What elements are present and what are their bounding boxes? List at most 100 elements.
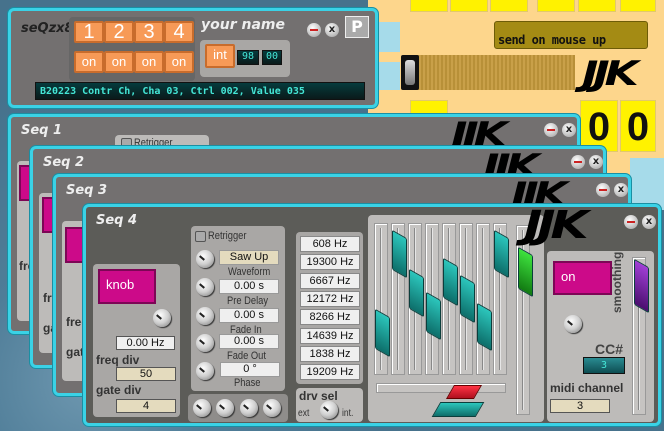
seq-button-1[interactable]: 1 bbox=[74, 21, 104, 43]
phase-knob[interactable] bbox=[196, 362, 214, 380]
output-on-button[interactable]: on bbox=[553, 261, 612, 295]
jjk-logo: JJK bbox=[524, 203, 589, 247]
on-toggle-4[interactable]: on bbox=[164, 51, 194, 73]
mini-knob-2[interactable] bbox=[216, 399, 234, 417]
step-slider-handle[interactable] bbox=[426, 291, 441, 341]
minimize-button[interactable] bbox=[596, 183, 610, 197]
close-button[interactable]: x bbox=[562, 123, 576, 137]
freq-div-field[interactable]: 50 bbox=[116, 367, 176, 381]
seq-button-3[interactable]: 3 bbox=[134, 21, 164, 43]
frequency-field[interactable]: 8266 Hz bbox=[300, 309, 360, 326]
frequency-field[interactable]: 19209 Hz bbox=[300, 364, 360, 381]
waveform-knob[interactable] bbox=[196, 250, 214, 268]
window-title: seQzx8 bbox=[21, 21, 74, 36]
freq-value-field[interactable]: 0.00 Hz bbox=[116, 336, 175, 350]
on-toggle-1[interactable]: on bbox=[74, 51, 104, 73]
phase-field[interactable]: 0 ° bbox=[220, 362, 280, 377]
red-slider-handle[interactable] bbox=[445, 385, 483, 399]
fade-in-field[interactable]: 0.00 s bbox=[219, 308, 279, 323]
fade-out-knob[interactable] bbox=[196, 334, 214, 352]
jjk-logo: JJK bbox=[582, 54, 639, 94]
minimize-button[interactable] bbox=[571, 155, 585, 169]
value-slider-track[interactable] bbox=[403, 55, 575, 90]
flag-button[interactable]: P bbox=[345, 16, 369, 38]
mini-knob-1[interactable] bbox=[193, 399, 211, 417]
int-button[interactable]: int bbox=[205, 44, 235, 68]
seq-button-4[interactable]: 4 bbox=[164, 21, 194, 43]
fade-out-field[interactable]: 0.00 s bbox=[219, 334, 279, 349]
cc-label: CC# bbox=[595, 341, 624, 357]
retrigger-label: Retrigger bbox=[208, 230, 247, 242]
step-slider-track[interactable] bbox=[476, 223, 490, 375]
step-slider-panel bbox=[368, 215, 544, 422]
pre-delay-knob[interactable] bbox=[196, 278, 214, 296]
frequency-list-panel: 608 Hz 19300 Hz 6667 Hz 12172 Hz 8266 Hz 1463… bbox=[296, 232, 363, 384]
name-label: your name bbox=[201, 17, 285, 33]
drive-select-knob[interactable] bbox=[320, 401, 338, 419]
digit-cell bbox=[490, 0, 528, 12]
minimize-button[interactable] bbox=[307, 23, 321, 37]
mini-knob-panel bbox=[188, 394, 288, 422]
close-button[interactable]: x bbox=[589, 155, 603, 169]
int-panel: int 98 00 bbox=[200, 40, 290, 77]
frequency-field[interactable]: 6667 Hz bbox=[300, 272, 360, 289]
window-title: Seq 1 bbox=[21, 123, 63, 138]
value-a-field[interactable]: 98 bbox=[237, 50, 259, 65]
seq-select-panel: 1 2 3 4 on on on on bbox=[69, 17, 195, 81]
gate-div-field[interactable]: 4 bbox=[116, 399, 176, 413]
send-on-mouse-up-button[interactable]: send on mouse up bbox=[494, 21, 648, 49]
digit-cell bbox=[537, 0, 575, 12]
step-slider-handle[interactable] bbox=[460, 274, 475, 324]
step-slider-handle[interactable] bbox=[494, 229, 509, 279]
pre-delay-field[interactable]: 0.00 s bbox=[219, 279, 279, 294]
close-button[interactable]: x bbox=[642, 215, 656, 229]
minimize-button[interactable] bbox=[624, 215, 638, 229]
frequency-field[interactable]: 12172 Hz bbox=[300, 290, 360, 307]
window-title: Seq 2 bbox=[43, 155, 85, 170]
step-slider-handle[interactable] bbox=[443, 257, 458, 307]
midi-channel-label: midi channel bbox=[550, 381, 624, 395]
digit-cell bbox=[578, 0, 616, 12]
mini-knob-4[interactable] bbox=[263, 399, 281, 417]
knob-mode-button[interactable]: knob bbox=[98, 269, 156, 304]
knob-button[interactable] bbox=[65, 227, 85, 263]
cc-number-field[interactable]: 3 bbox=[583, 357, 625, 374]
minimize-button[interactable] bbox=[544, 123, 558, 137]
window-title: Seq 3 bbox=[66, 183, 108, 198]
smoothing-knob[interactable] bbox=[564, 315, 582, 333]
digit-cell bbox=[620, 0, 656, 12]
horizontal-slider-track[interactable] bbox=[376, 383, 506, 393]
midi-channel-field[interactable]: 3 bbox=[550, 399, 610, 413]
pre-delay-label: Pre Delay bbox=[227, 295, 269, 307]
on-toggle-2[interactable]: on bbox=[104, 51, 134, 73]
frequency-field[interactable]: 14639 Hz bbox=[300, 327, 360, 344]
waveform-field[interactable]: Saw Up bbox=[219, 250, 279, 265]
seq4-window: Seq 4 knob 0.00 Hz freq div 50 gate div … bbox=[83, 203, 661, 426]
freq-div-label: freq div bbox=[96, 353, 140, 367]
on-toggle-3[interactable]: on bbox=[134, 51, 164, 73]
seq-button-2[interactable]: 2 bbox=[104, 21, 134, 43]
frequency-field[interactable]: 1838 Hz bbox=[300, 345, 360, 362]
midi-monitor-display: B20223 Contr Ch, Cha 03, Ctrl 002, Value… bbox=[35, 82, 365, 100]
lfo-panel: Retrigger Saw Up Waveform 0.00 s Pre Del… bbox=[191, 226, 285, 391]
close-button[interactable]: x bbox=[614, 183, 628, 197]
teal-horizontal-handle[interactable] bbox=[431, 402, 485, 417]
value-b-field[interactable]: 00 bbox=[262, 50, 282, 65]
smoothing-slider-handle[interactable] bbox=[634, 258, 649, 314]
freq-knob[interactable] bbox=[153, 309, 171, 327]
phase-label: Phase bbox=[234, 377, 261, 389]
step-slider-handle[interactable] bbox=[409, 269, 424, 318]
step-slider-handle[interactable] bbox=[477, 302, 492, 352]
seqzx8-window: seQzx8 1 2 3 4 on on on on your name int… bbox=[8, 8, 378, 108]
retrigger-checkbox[interactable] bbox=[195, 231, 206, 242]
mini-knob-3[interactable] bbox=[240, 399, 258, 417]
step-slider-handle[interactable] bbox=[392, 229, 407, 279]
step-slider-handle[interactable] bbox=[375, 308, 390, 357]
gate-slider-handle[interactable] bbox=[518, 246, 533, 298]
frequency-field[interactable]: 608 Hz bbox=[300, 236, 360, 252]
value-slider-handle[interactable] bbox=[401, 55, 419, 90]
close-button[interactable]: x bbox=[325, 23, 339, 37]
fade-out-label: Fade Out bbox=[227, 350, 266, 362]
frequency-field[interactable]: 19300 Hz bbox=[300, 254, 360, 271]
fade-in-knob[interactable] bbox=[196, 307, 214, 325]
